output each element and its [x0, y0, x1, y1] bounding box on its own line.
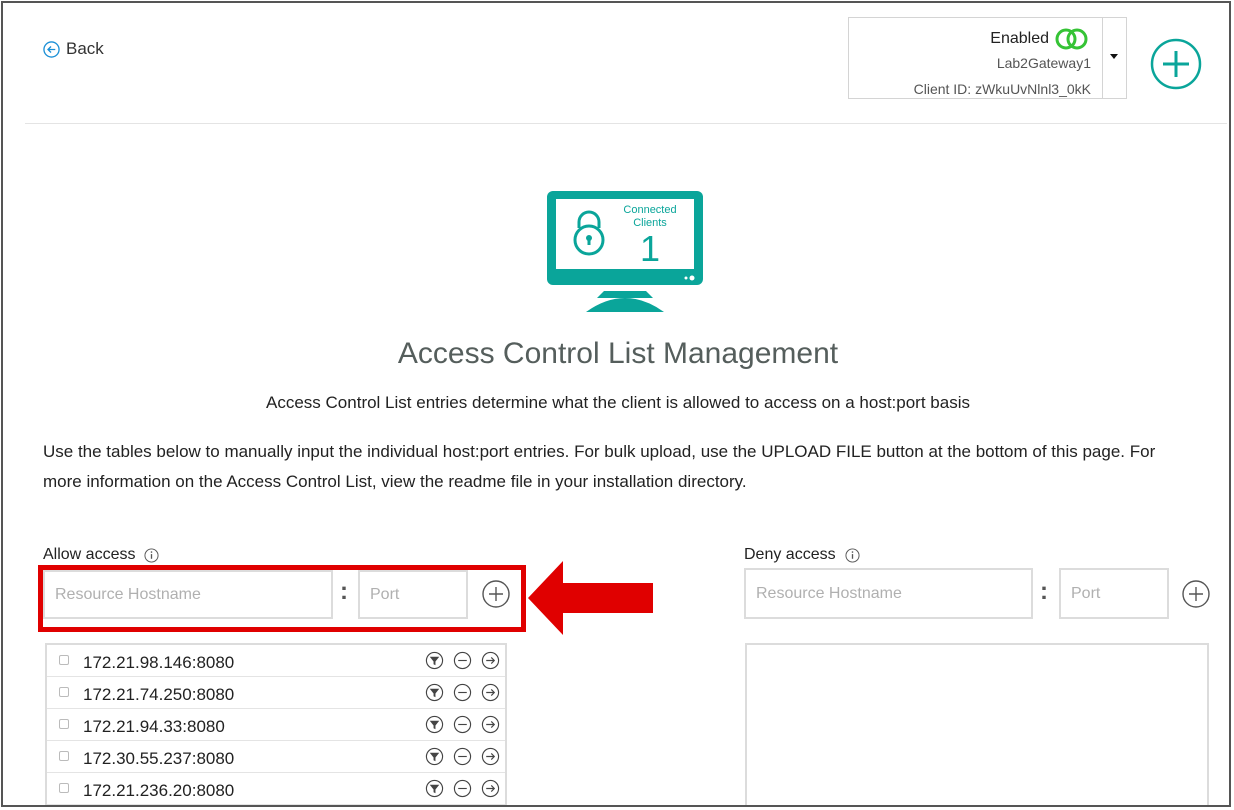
- row-checkbox[interactable]: [59, 751, 69, 761]
- linked-rings-icon: [1055, 28, 1088, 50]
- back-label: Back: [66, 39, 104, 58]
- client-info: Enabled Lab2Gateway1 Client ID: zWkuUvNl…: [849, 18, 1103, 98]
- client-name: Lab2Gateway1: [996, 55, 1091, 71]
- deny-hostname-placeholder: Resource Hostname: [756, 584, 902, 602]
- minus-circle-icon[interactable]: [453, 747, 472, 766]
- filter-icon[interactable]: [425, 683, 444, 702]
- client-id: Client ID: zWkuUvNlnl3_0kK: [913, 81, 1091, 97]
- red-arrow-annotation: [528, 561, 653, 635]
- connected-clients-count: 1: [639, 228, 661, 269]
- filter-icon[interactable]: [425, 715, 444, 734]
- minus-circle-icon[interactable]: [453, 715, 472, 734]
- minus-circle-icon[interactable]: [453, 779, 472, 798]
- entry-text: 172.21.74.250:8080: [83, 685, 235, 704]
- filter-icon[interactable]: [425, 779, 444, 798]
- deny-hostname-input[interactable]: Resource Hostname: [744, 568, 1033, 619]
- info-icon[interactable]: [845, 547, 860, 563]
- row-checkbox[interactable]: [59, 783, 69, 793]
- page-title: Access Control List Management: [397, 337, 839, 370]
- minus-circle-icon[interactable]: [453, 683, 472, 702]
- app-window: Back Enabled Lab2Gateway1 Client ID: zWk…: [1, 1, 1231, 807]
- page-subtitle: Access Control List entries determine wh…: [266, 393, 970, 412]
- client-status-label: Enabled: [990, 30, 1049, 47]
- entry-text: 172.21.94.33:8080: [83, 717, 225, 736]
- minus-circle-icon[interactable]: [453, 651, 472, 670]
- info-icon[interactable]: [144, 547, 160, 563]
- chevron-down-icon: [1110, 54, 1118, 59]
- allow-access-header: Allow access: [43, 546, 160, 564]
- allow-entries-list: 172.21.98.146:8080 172.21.74.250:8080 17…: [45, 643, 507, 805]
- row-checkbox[interactable]: [59, 719, 69, 729]
- monitor-caption: Connected Clients: [610, 204, 690, 230]
- row-checkbox[interactable]: [59, 655, 69, 665]
- list-item[interactable]: 172.21.94.33:8080: [47, 709, 505, 741]
- client-selector[interactable]: Enabled Lab2Gateway1 Client ID: zWkuUvNl…: [848, 17, 1127, 99]
- deny-access-header: Deny access: [744, 546, 860, 564]
- deny-port-placeholder: Port: [1071, 584, 1101, 602]
- list-item[interactable]: 172.30.55.237:8080: [47, 741, 505, 773]
- arrow-right-circle-icon[interactable]: [481, 715, 500, 734]
- row-checkbox[interactable]: [59, 687, 69, 697]
- list-item[interactable]: 172.21.74.250:8080: [47, 677, 505, 709]
- filter-icon[interactable]: [425, 747, 444, 766]
- connected-clients-monitor: Connected Clients 1: [546, 190, 704, 312]
- deny-separator: :: [1040, 578, 1048, 605]
- deny-port-input[interactable]: Port: [1059, 568, 1169, 619]
- arrow-right-circle-icon[interactable]: [481, 747, 500, 766]
- filter-icon[interactable]: [425, 651, 444, 670]
- list-item[interactable]: 172.21.98.146:8080: [47, 645, 505, 677]
- deny-entries-list: [745, 643, 1209, 805]
- back-link[interactable]: Back: [43, 39, 104, 59]
- arrow-right-circle-icon[interactable]: [481, 651, 500, 670]
- back-icon: [43, 40, 60, 58]
- deny-add-button[interactable]: [1181, 579, 1211, 609]
- entry-text: 172.21.236.20:8080: [83, 781, 235, 800]
- arrow-right-circle-icon[interactable]: [481, 683, 500, 702]
- add-client-button[interactable]: [1150, 38, 1202, 90]
- entry-text: 172.21.98.146:8080: [83, 653, 235, 672]
- allow-access-label: Allow access: [43, 546, 136, 563]
- client-dropdown-toggle[interactable]: [1102, 18, 1126, 98]
- entry-text: 172.30.55.237:8080: [83, 749, 235, 768]
- list-item[interactable]: 172.21.236.20:8080: [47, 773, 505, 805]
- header-divider: [25, 123, 1227, 124]
- client-status: Enabled: [990, 27, 1090, 51]
- arrow-right-circle-icon[interactable]: [481, 779, 500, 798]
- page-description: Use the tables below to manually input t…: [43, 442, 1156, 491]
- monitor-caption-line1: Connected: [623, 204, 677, 216]
- deny-access-label: Deny access: [744, 546, 836, 563]
- highlight-box: [38, 565, 526, 632]
